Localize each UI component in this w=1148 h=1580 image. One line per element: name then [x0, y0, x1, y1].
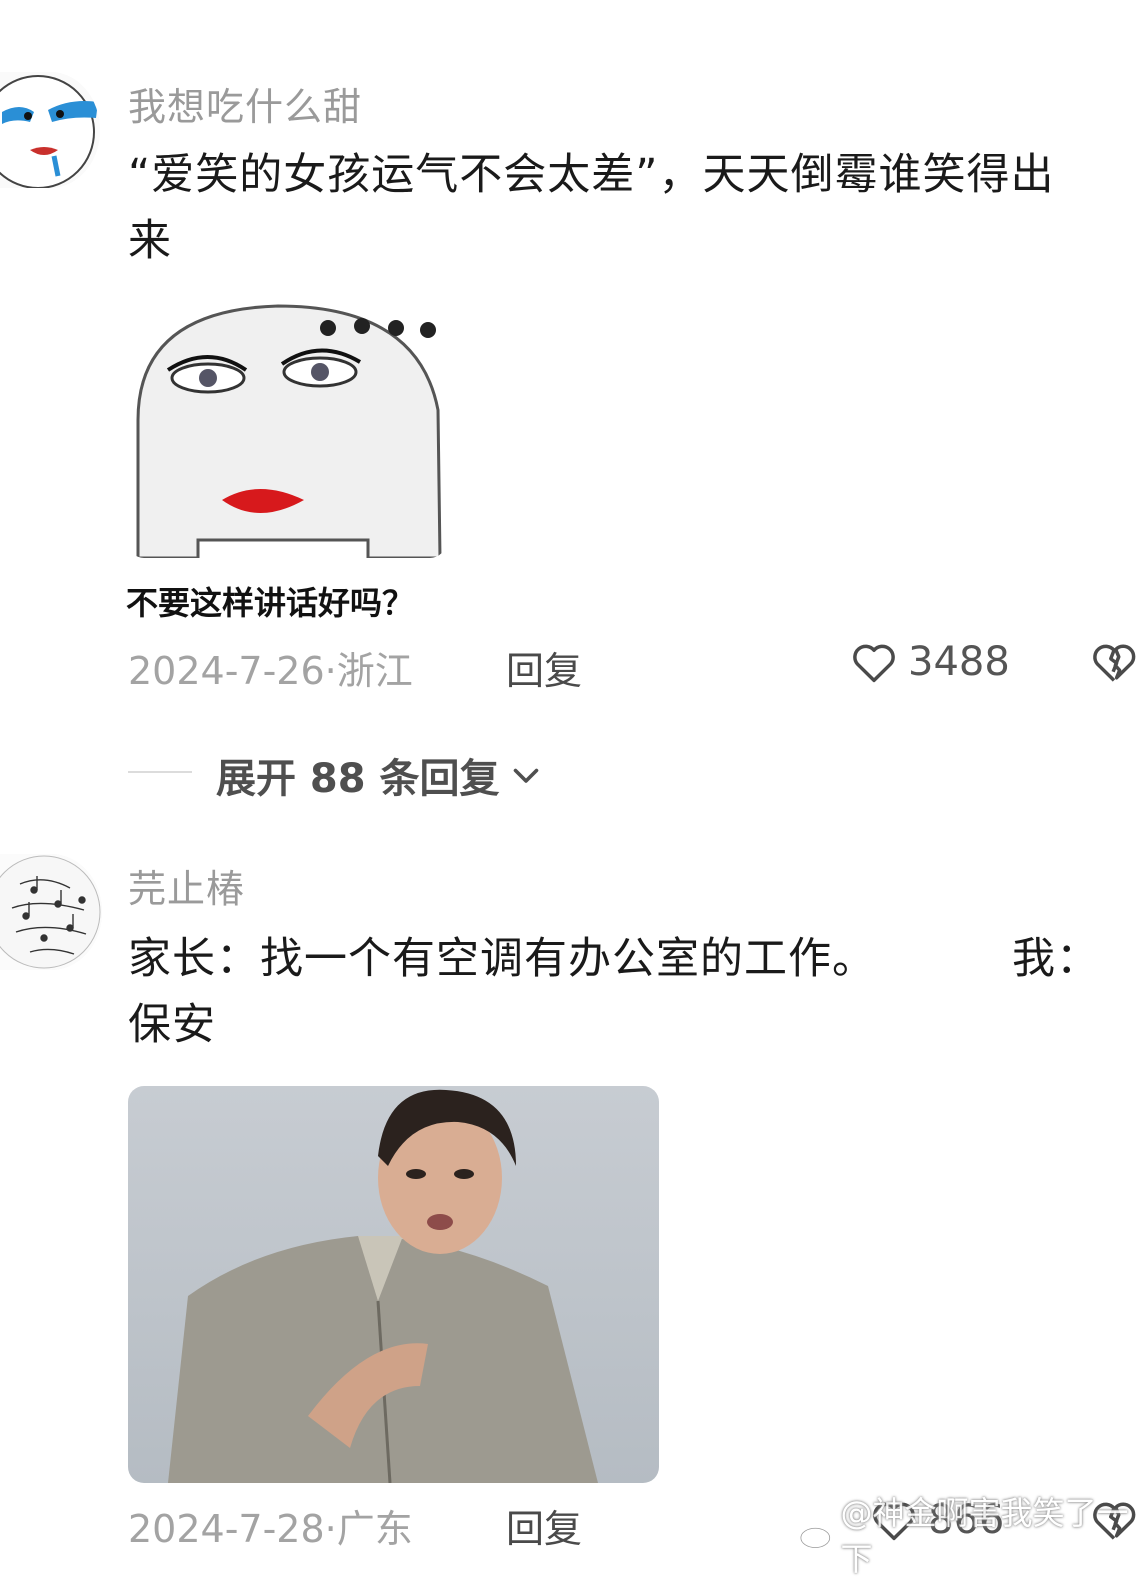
- comment-text-line: 家长：找一个有空调有办公室的工作。 我：: [128, 926, 1128, 992]
- comment-text-segment: 家长：找一个有空调有办公室的工作。: [128, 934, 876, 984]
- comment-meta: 2024-7-26·浙江: [128, 640, 413, 695]
- comment-username[interactable]: 芫止椿: [128, 858, 245, 913]
- meme-image[interactable]: [128, 300, 446, 558]
- watermark: @神金啊害我笑了一下: [798, 1488, 1148, 1580]
- meta-separator: ·: [324, 1507, 337, 1551]
- comment-text-segment: 我：: [1012, 934, 1100, 984]
- music-notes-avatar-icon: [0, 854, 102, 970]
- broken-heart-icon: [1093, 644, 1136, 682]
- reply-button[interactable]: 回复: [506, 1498, 582, 1553]
- face-meme-image: [128, 300, 446, 558]
- man-speaking-meme-image: [128, 1086, 659, 1483]
- expand-replies-label: 展开 88 条回复: [216, 756, 500, 802]
- heart-outline-icon: [853, 644, 895, 683]
- comment-text-line: 保安: [128, 1000, 216, 1050]
- comment-meta: 2024-7-28·广东: [128, 1498, 413, 1553]
- meme-caption: 不要这样讲话好吗？: [126, 584, 415, 622]
- comment-username[interactable]: 我想吃什么甜: [128, 76, 362, 131]
- crying-face-icon: [0, 72, 100, 188]
- comment-text-line: 来: [128, 216, 172, 266]
- comment-text: 家长：找一个有空调有办公室的工作。 我： 保安: [128, 926, 1128, 1058]
- comment-location: 广东: [336, 1507, 413, 1551]
- comment-date: 2024-7-28: [128, 1507, 325, 1551]
- meta-separator: ·: [324, 649, 337, 693]
- weibo-logo-icon: [799, 1520, 834, 1549]
- watermark-text: @神金啊害我笑了一下: [840, 1494, 1129, 1578]
- avatar[interactable]: [0, 854, 102, 970]
- expand-replies-button[interactable]: 展开 88 条回复: [216, 746, 544, 804]
- comment-location: 浙江: [336, 649, 413, 693]
- chevron-down-icon: [513, 768, 538, 783]
- expand-divider: [128, 771, 192, 773]
- avatar[interactable]: [0, 72, 100, 188]
- meme-image[interactable]: [128, 1086, 659, 1483]
- comment-text: “爱笑的女孩运气不会太差”，天天倒霉谁笑得出 来: [128, 142, 1128, 274]
- like-count: 3488: [908, 639, 1010, 685]
- comment-date: 2024-7-26: [128, 649, 325, 693]
- comment-text-line: “爱笑的女孩运气不会太差”，天天倒霉谁笑得出: [128, 150, 1055, 200]
- dislike-button[interactable]: [1088, 636, 1140, 692]
- like-button[interactable]: 3488: [848, 636, 1010, 688]
- reply-button[interactable]: 回复: [506, 640, 582, 695]
